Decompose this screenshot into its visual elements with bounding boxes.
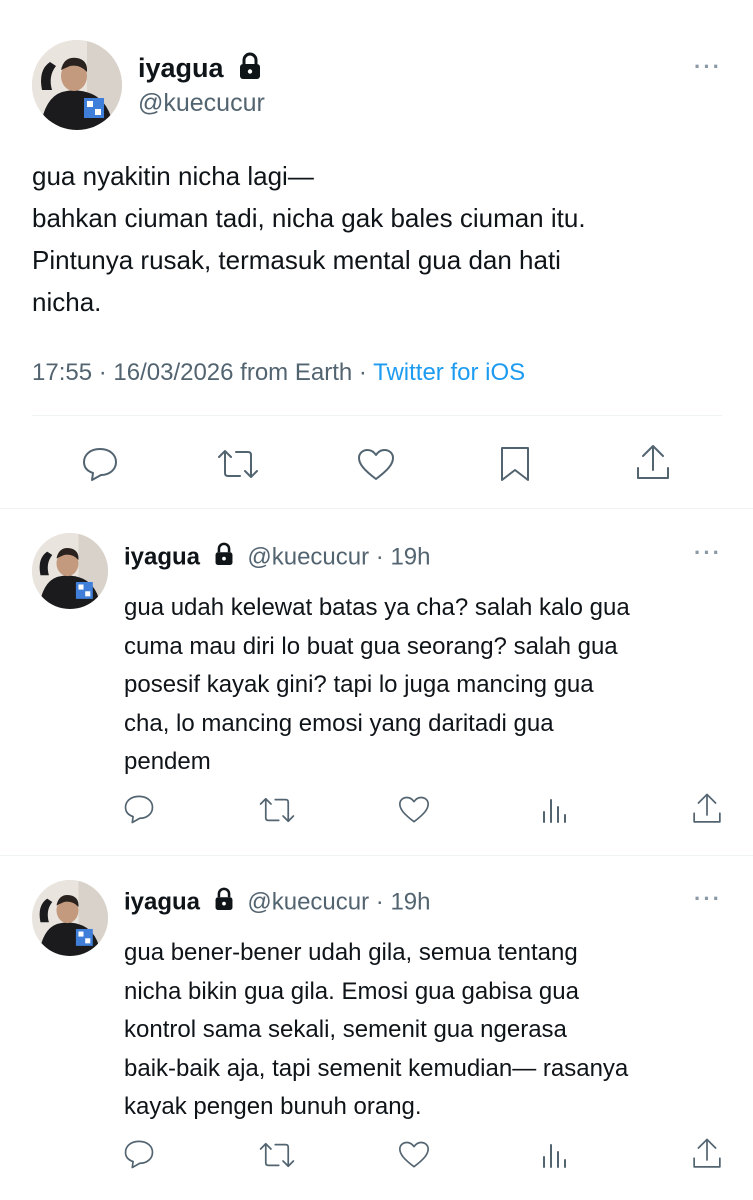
handle[interactable]: @kuecucur bbox=[247, 543, 369, 570]
tweet-time[interactable]: · 19h bbox=[376, 543, 431, 570]
lock-icon bbox=[213, 887, 235, 919]
more-icon[interactable]: ··· bbox=[694, 54, 722, 80]
reply-icon[interactable] bbox=[122, 793, 156, 825]
display-name[interactable]: iyagua bbox=[124, 543, 200, 570]
timestamp[interactable]: 17:55 · 16/03/2026 from Earth · bbox=[32, 359, 373, 386]
handle[interactable]: @kuecucur bbox=[247, 888, 369, 915]
retweet-icon[interactable] bbox=[216, 447, 260, 481]
more-icon[interactable]: ··· bbox=[694, 540, 722, 566]
like-icon[interactable] bbox=[397, 795, 431, 825]
share-icon[interactable] bbox=[690, 791, 724, 827]
display-name[interactable]: iyagua bbox=[138, 53, 224, 83]
tweet-text: gua bener-bener udah gila, semua tentang… bbox=[124, 939, 629, 1120]
bookmark-icon[interactable] bbox=[497, 445, 533, 483]
divider bbox=[32, 415, 722, 416]
avatar[interactable] bbox=[32, 533, 108, 609]
retweet-icon[interactable] bbox=[258, 795, 296, 825]
lock-icon bbox=[237, 52, 263, 87]
views-icon[interactable] bbox=[540, 1140, 568, 1170]
avatar[interactable] bbox=[32, 880, 108, 956]
lock-icon bbox=[213, 542, 235, 574]
tweet-text: gua nyakitin nicha lagi— bahkan ciuman t… bbox=[32, 161, 586, 317]
source-link[interactable]: Twitter for iOS bbox=[373, 359, 525, 386]
share-icon[interactable] bbox=[634, 442, 672, 484]
divider bbox=[0, 508, 753, 509]
reply-icon[interactable] bbox=[122, 1138, 156, 1170]
retweet-icon[interactable] bbox=[258, 1140, 296, 1170]
divider bbox=[0, 855, 753, 856]
reply-icon[interactable] bbox=[80, 445, 120, 483]
handle[interactable]: @kuecucur bbox=[138, 88, 265, 118]
tweet-text: gua udah kelewat batas ya cha? salah kal… bbox=[124, 594, 630, 775]
views-icon[interactable] bbox=[540, 795, 568, 825]
like-icon[interactable] bbox=[356, 447, 396, 483]
tweet-meta: 17:55 · 16/03/2026 from Earth · Twitter … bbox=[32, 357, 525, 389]
like-icon[interactable] bbox=[397, 1140, 431, 1170]
display-name[interactable]: iyagua bbox=[124, 888, 200, 915]
tweet-time[interactable]: · 19h bbox=[376, 888, 431, 915]
avatar[interactable] bbox=[32, 40, 122, 130]
share-icon[interactable] bbox=[690, 1136, 724, 1172]
more-icon[interactable]: ··· bbox=[694, 886, 722, 912]
